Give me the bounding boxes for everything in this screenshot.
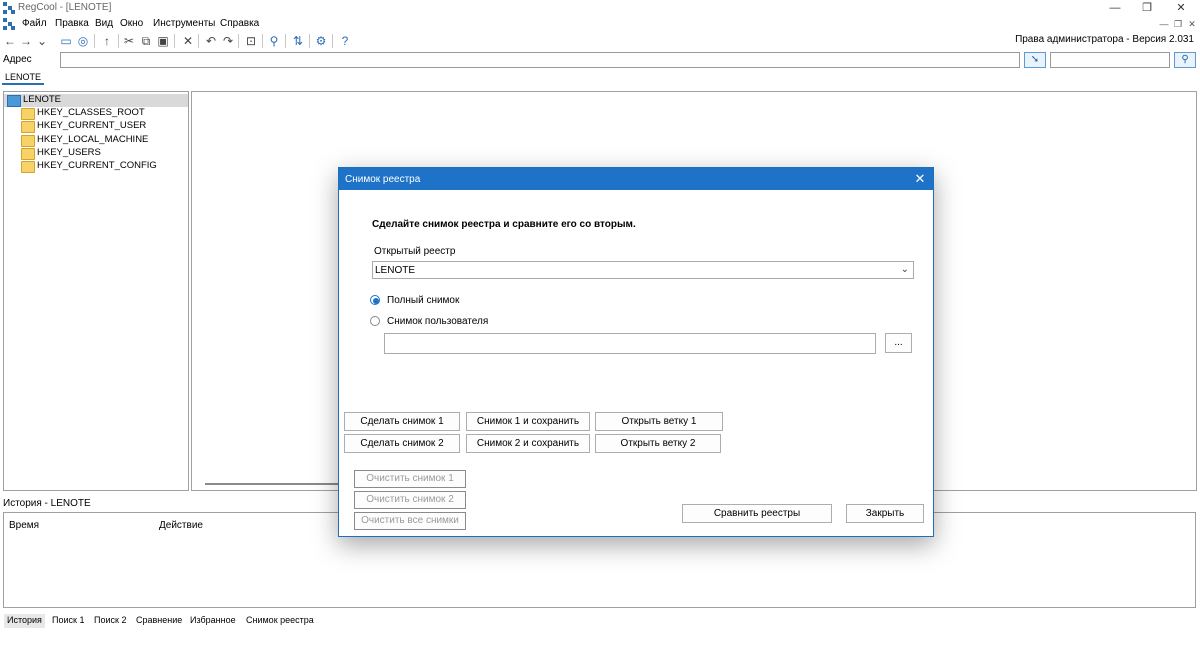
dropdown-icon[interactable]: ⌄ (34, 33, 50, 49)
menu-tools[interactable]: Инструменты (153, 18, 215, 29)
help-icon[interactable]: ? (337, 33, 353, 49)
column-header-action[interactable]: Действие (159, 520, 203, 531)
redo-icon[interactable]: ↷ (220, 33, 236, 49)
paste-icon[interactable]: ▣ (155, 33, 171, 49)
open-registry-select[interactable]: LENOTE ⌄ (372, 261, 914, 279)
clear-snapshot-2-button[interactable]: Очистить снимок 2 (354, 491, 466, 509)
folder-icon (21, 135, 35, 147)
open-registry-label: Открытый реестр (374, 246, 456, 257)
open-branch-2-button[interactable]: Открыть ветку 2 (595, 434, 721, 453)
toolbar-separator (262, 34, 263, 48)
full-snapshot-radio[interactable] (370, 295, 380, 305)
dialog-title-bar: Снимок реестра ✕ (339, 168, 933, 190)
regcool-app-icon (3, 2, 15, 14)
address-label: Адрес (3, 54, 32, 65)
full-snapshot-label[interactable]: Полный снимок (387, 295, 459, 306)
search-button[interactable]: ⚲ (1174, 52, 1196, 68)
title-bar: RegCool - [LENOTE] — ❐ ✕ (0, 0, 1200, 16)
tab-compare[interactable]: Сравнение (133, 614, 185, 628)
computer-icon[interactable]: ▭ (58, 33, 74, 49)
forward-icon[interactable]: → (18, 33, 34, 49)
clear-all-snapshots-button[interactable]: Очистить все снимки (354, 512, 466, 530)
toolbar-separator (332, 34, 333, 48)
menu-help[interactable]: Справка (220, 18, 259, 29)
toolbar-separator (198, 34, 199, 48)
dialog-title: Снимок реестра (345, 174, 421, 185)
menu-view[interactable]: Вид (95, 18, 113, 29)
browse-button[interactable]: ... (885, 333, 912, 353)
folder-icon (21, 161, 35, 173)
refresh-icon[interactable]: ⇅ (290, 33, 306, 49)
close-window-button[interactable]: ✕ (1166, 0, 1196, 16)
copy-icon[interactable]: ⧉ (138, 33, 154, 49)
tab-history[interactable]: История (4, 614, 45, 628)
folder-icon (21, 121, 35, 133)
folder-icon (21, 148, 35, 160)
user-snapshot-radio[interactable] (370, 316, 380, 326)
snapshot-2-save-button[interactable]: Снимок 2 и сохранить (466, 434, 590, 453)
toolbar-separator (285, 34, 286, 48)
user-snapshot-label[interactable]: Снимок пользователя (387, 316, 488, 327)
mdi-close-button[interactable]: ✕ (1186, 18, 1198, 30)
menu-file[interactable]: Файл (22, 18, 47, 29)
dialog-heading: Сделайте снимок реестра и сравните его с… (372, 219, 636, 230)
address-go-button[interactable]: ➘ (1024, 52, 1046, 68)
network-icon[interactable]: ◎ (75, 33, 91, 49)
back-icon[interactable]: ← (2, 33, 18, 49)
mdi-restore-button[interactable]: ❐ (1172, 18, 1184, 30)
toolbar-separator (118, 34, 119, 48)
tab-search-2[interactable]: Поиск 2 (91, 614, 129, 628)
tab-favorites[interactable]: Избранное (187, 614, 239, 628)
snapshot-path-input[interactable] (384, 333, 876, 354)
computer-icon (7, 95, 21, 107)
compare-registries-button[interactable]: Сравнить реестры (682, 504, 832, 523)
settings-icon[interactable]: ⚙ (313, 33, 329, 49)
toolbar-separator (174, 34, 175, 48)
search-icon: ⚲ (1181, 54, 1189, 65)
open-registry-value: LENOTE (375, 265, 416, 276)
up-icon[interactable]: ↑ (99, 33, 115, 49)
address-input[interactable] (60, 52, 1020, 68)
chevron-down-icon: ⌄ (900, 264, 909, 275)
snapshot-dialog: Снимок реестра ✕ Сделайте снимок реестра… (338, 167, 934, 537)
tree-item-root[interactable]: LENOTE (4, 94, 188, 107)
registry-tree: LENOTE HKEY_CLASSES_ROOT HKEY_CURRENT_US… (3, 91, 189, 491)
undo-icon[interactable]: ↶ (203, 33, 219, 49)
window-title: RegCool - [LENOTE] (18, 2, 112, 13)
cut-icon[interactable]: ✂ (121, 33, 137, 49)
toolbar: ← → ⌄ ▭ ◎ ↑ ✂ ⧉ ▣ ✕ ↶ ↷ ⊡ ⚲ ⇅ ⚙ ? Права … (0, 32, 1200, 50)
clear-snapshot-1-button[interactable]: Очистить снимок 1 (354, 470, 466, 488)
folder-icon (21, 108, 35, 120)
close-dialog-button[interactable]: Закрыть (846, 504, 924, 523)
restore-button[interactable]: ❐ (1132, 0, 1162, 16)
history-title: История - LENOTE (3, 498, 91, 509)
toolbar-separator (309, 34, 310, 48)
new-key-icon[interactable]: ⊡ (243, 33, 259, 49)
find-icon[interactable]: ⚲ (266, 33, 282, 49)
menu-edit[interactable]: Правка (55, 18, 89, 29)
snapshot-1-save-button[interactable]: Снимок 1 и сохранить (466, 412, 590, 431)
delete-icon[interactable]: ✕ (180, 33, 196, 49)
minimize-button[interactable]: — (1100, 0, 1130, 16)
tab-registry-snapshot[interactable]: Снимок реестра (243, 614, 317, 628)
go-arrow-icon: ➘ (1030, 54, 1040, 65)
dialog-close-icon[interactable]: ✕ (913, 171, 927, 187)
make-snapshot-2-button[interactable]: Сделать снимок 2 (344, 434, 460, 453)
tab-search-1[interactable]: Поиск 1 (49, 614, 87, 628)
column-header-time[interactable]: Время (9, 520, 39, 531)
menu-window[interactable]: Окно (120, 18, 143, 29)
search-input[interactable] (1050, 52, 1170, 68)
values-horizontal-scrollbar[interactable] (205, 483, 345, 485)
mdi-minimize-button[interactable]: — (1158, 18, 1170, 30)
toolbar-separator (94, 34, 95, 48)
make-snapshot-1-button[interactable]: Сделать снимок 1 (344, 412, 460, 431)
mdi-doc-icon[interactable] (3, 18, 15, 30)
document-tab[interactable]: LENOTE (2, 71, 45, 85)
menu-bar: Файл Правка Вид Окно Инструменты Справка (0, 16, 1200, 32)
toolbar-separator (238, 34, 239, 48)
open-branch-1-button[interactable]: Открыть ветку 1 (595, 412, 723, 431)
admin-version-label: Права администратора - Версия 2.031 (1015, 34, 1194, 45)
